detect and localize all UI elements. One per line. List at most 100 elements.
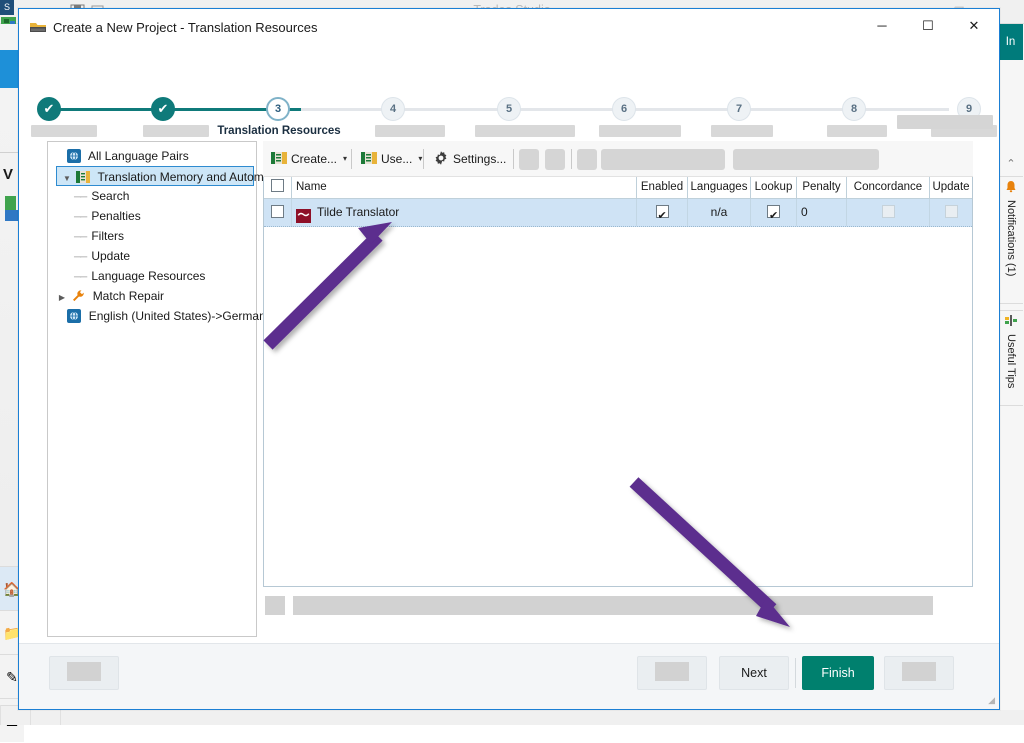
redacted-toolbar-field-2[interactable] [733,149,879,170]
tree-connector: ── [74,268,88,288]
tree-connector: ── [74,208,88,228]
tree-item-language-resources[interactable]: ── Language Resources [48,266,256,286]
step-node-8[interactable]: 8 [842,97,866,121]
redacted-bottom-button[interactable] [265,596,285,615]
tm-icon [361,150,377,166]
tree-item-language-pair-en-de[interactable]: English (United States)->German (Ge [48,306,256,326]
step-node-7[interactable]: 7 [727,97,751,121]
create-button[interactable]: Create...▾ [267,146,351,172]
use-button[interactable]: Use... ▾ [357,146,426,172]
dialog-close-button[interactable]: ✕ [951,9,997,43]
toolbar-separator-2 [423,149,424,169]
tree-item-update[interactable]: ── Update [48,246,256,266]
grid-header-lookup[interactable]: Lookup [751,177,797,198]
row-penalty-cell[interactable]: 0 [797,199,847,226]
resize-grip-icon[interactable]: ◢ [988,695,995,706]
next-button[interactable]: Next [719,656,789,690]
step-label-7 [711,125,773,137]
step-node-3[interactable]: 3 [266,97,290,121]
help-button[interactable] [49,656,119,690]
tree-item-match-repair[interactable]: ▶ Match Repair [48,286,256,306]
grid-header-enabled[interactable]: Enabled [637,177,688,198]
redacted-toolbar-button-1[interactable] [519,149,539,170]
row-select-checkbox-cell[interactable] [264,199,292,226]
right-dock-active-tab[interactable]: In [998,24,1023,60]
use-button-label: Use... [381,152,412,166]
tree-item-penalties-label: Penalties [91,209,140,223]
row-lookup-cell[interactable] [751,199,797,226]
chevron-down-icon[interactable]: ▾ [418,146,422,172]
grid-header-select-all[interactable] [264,177,292,198]
chevron-down-icon[interactable]: ▾ [343,146,347,172]
step-node-4[interactable]: 4 [381,97,405,121]
step-node-6[interactable]: 6 [612,97,636,121]
translation-resources-grid[interactable]: Name Enabled Languages Lookup Penalty Co… [263,177,973,587]
redacted-label [655,662,689,681]
tree-item-filters-label: Filters [91,229,124,243]
row-name-label: Tilde Translator [317,205,399,219]
vertical-tab-notifications-label: Notifications (1) [1005,200,1017,276]
redacted-toolbar-field-1[interactable] [601,149,725,170]
settings-button[interactable]: Settings... [429,146,510,172]
create-new-project-dialog: Create a New Project - Translation Resou… [18,8,1000,710]
tree-expander-expand[interactable]: ▶ [56,288,68,308]
back-button[interactable] [637,656,707,690]
grid-header-row: Name Enabled Languages Lookup Penalty Co… [264,177,972,199]
grid-header-concordance[interactable]: Concordance [847,177,930,198]
row-enabled-cell[interactable] [637,199,688,226]
step-node-5[interactable]: 5 [497,97,521,121]
update-checkbox [945,205,958,218]
row-languages-cell: n/a [688,199,751,226]
translation-resources-content: Create...▾ Use... ▾ Settings... [263,141,973,637]
tips-icon [999,311,1023,331]
globe-icon [67,149,81,163]
step-node-2[interactable]: ✔ [151,97,175,121]
dialog-maximize-button[interactable]: ☐ [905,9,951,43]
settings-tree-panel[interactable]: All Language Pairs ▼ Translation Memory … [47,141,257,637]
vertical-tab-notifications[interactable]: Notifications (1) [999,176,1023,304]
rail-green-swatch [5,196,16,210]
step-label-6 [599,125,681,137]
cancel-button[interactable] [884,656,954,690]
tree-item-all-language-pairs[interactable]: All Language Pairs [48,146,256,166]
chevron-up-icon[interactable]: ⌃ [1001,156,1021,172]
redacted-toolbar-button-2[interactable] [545,149,565,170]
redacted-bottom-field[interactable] [293,596,933,615]
grid-header-penalty[interactable]: Penalty [797,177,847,198]
step-label-1 [31,125,97,137]
tree-item-search[interactable]: ── Search [48,186,256,206]
wrench-icon [71,289,85,303]
tm-icon [76,170,90,184]
tree-item-language-resources-label: Language Resources [91,269,205,283]
tree-item-filters[interactable]: ── Filters [48,226,256,246]
redacted-toolbar-button-3[interactable] [577,149,597,170]
grid-header-name[interactable]: Name [292,177,637,198]
select-all-checkbox[interactable] [271,179,284,192]
vertical-tab-useful-tips[interactable]: Useful Tips [999,310,1023,406]
table-row[interactable]: ～Tilde Translator n/a 0 [264,199,972,227]
tree-item-translation-memory[interactable]: ▼ Translation Memory and Automa [56,166,254,186]
lookup-checkbox[interactable] [767,205,780,218]
step-label-8 [827,125,887,137]
wizard-step-progress: ✔ ✔ 3 4 5 6 7 8 9 Translation Resources [19,51,999,111]
globe-icon [67,309,81,323]
dialog-footer: Next Finish ◢ [19,643,999,709]
grid-header-update[interactable]: Update [930,177,972,198]
project-folder-icon [29,19,47,35]
step-label-4 [375,125,445,137]
finish-button[interactable]: Finish [802,656,874,690]
tree-item-penalties[interactable]: ── Penalties [48,206,256,226]
redacted-label [67,662,101,681]
redacted-field-top-right [897,115,993,129]
bell-icon [999,177,1023,197]
rail-blue-swatch [5,210,19,221]
grid-header-languages[interactable]: Languages [688,177,751,198]
tree-item-search-label: Search [91,189,129,203]
step-node-1[interactable]: ✔ [37,97,61,121]
tree-connector: ── [74,188,88,208]
row-select-checkbox[interactable] [271,205,284,218]
dialog-minimize-button[interactable]: ─ [859,9,905,43]
vertical-tab-useful-tips-label: Useful Tips [1005,334,1017,388]
enabled-checkbox[interactable] [656,205,669,218]
row-name-cell[interactable]: ～Tilde Translator [292,199,637,226]
